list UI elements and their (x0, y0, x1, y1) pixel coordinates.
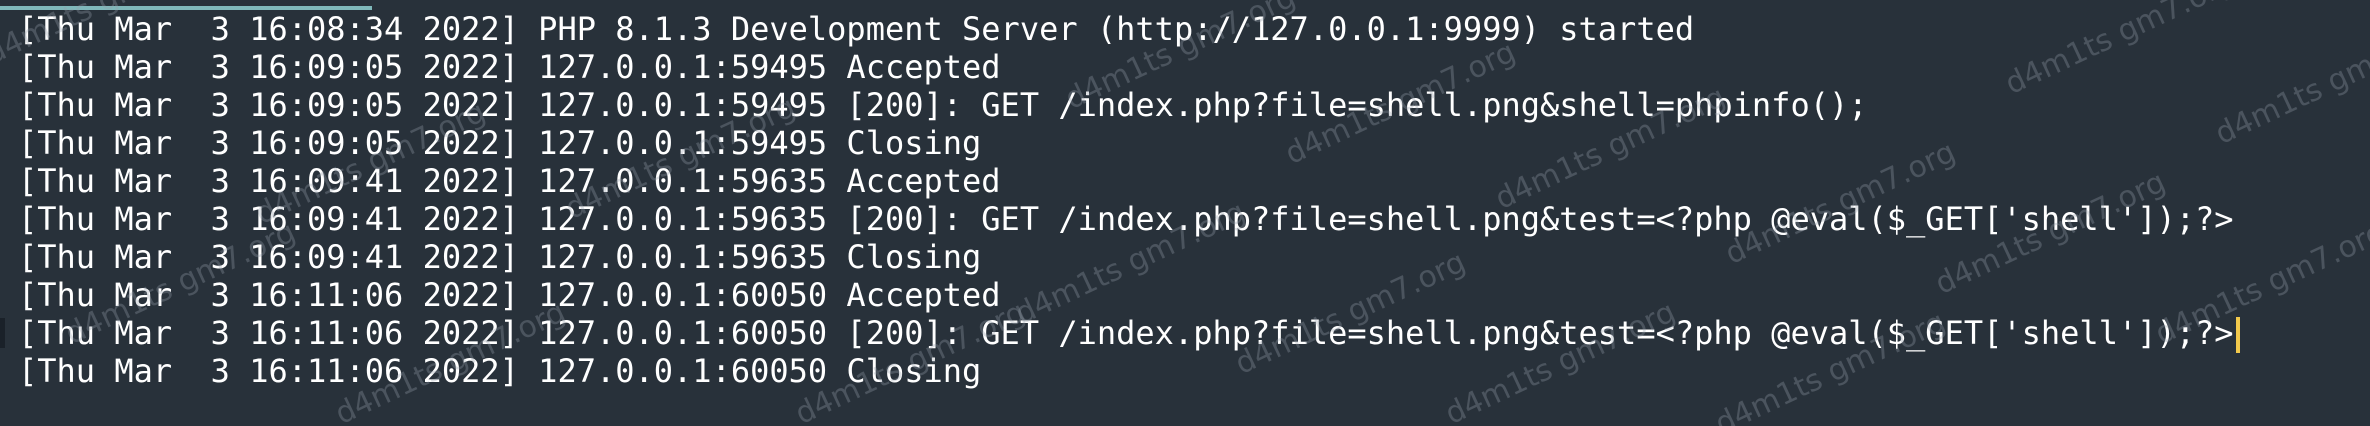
terminal-line-text: [Thu Mar 3 16:08:34 2022] PHP 8.1.3 Deve… (18, 10, 1695, 48)
terminal-line: [Thu Mar 3 16:09:41 2022] 127.0.0.1:5963… (18, 200, 2350, 238)
terminal-line-text: [Thu Mar 3 16:11:06 2022] 127.0.0.1:6005… (18, 352, 982, 390)
terminal-line-text: [Thu Mar 3 16:09:05 2022] 127.0.0.1:5949… (18, 48, 1001, 86)
terminal-line: [Thu Mar 3 16:09:41 2022] 127.0.0.1:5963… (18, 238, 2350, 276)
terminal-line: [Thu Mar 3 16:09:41 2022] 127.0.0.1:5963… (18, 162, 2350, 200)
terminal-line: [Thu Mar 3 16:11:06 2022] 127.0.0.1:6005… (18, 352, 2350, 390)
terminal-line: [Thu Mar 3 16:09:05 2022] 127.0.0.1:5949… (18, 86, 2350, 124)
terminal-line: [Thu Mar 3 16:11:06 2022] 127.0.0.1:6005… (18, 276, 2350, 314)
terminal-line-text: [Thu Mar 3 16:11:06 2022] 127.0.0.1:6005… (18, 314, 2234, 352)
terminal-line-active: [Thu Mar 3 16:11:06 2022] 127.0.0.1:6005… (0, 314, 2350, 353)
terminal-line-text: [Thu Mar 3 16:09:05 2022] 127.0.0.1:5949… (18, 124, 982, 162)
active-line-marker (0, 318, 5, 348)
terminal-output[interactable]: [Thu Mar 3 16:08:34 2022] PHP 8.1.3 Deve… (0, 10, 2350, 426)
terminal-line-text: [Thu Mar 3 16:11:06 2022] 127.0.0.1:6005… (18, 276, 1001, 314)
terminal-line: [Thu Mar 3 16:09:05 2022] 127.0.0.1:5949… (18, 48, 2350, 86)
terminal-line-text: [Thu Mar 3 16:09:41 2022] 127.0.0.1:5963… (18, 238, 982, 276)
text-cursor (2235, 317, 2240, 353)
terminal-line-text: [Thu Mar 3 16:09:41 2022] 127.0.0.1:5963… (18, 162, 1001, 200)
terminal-line-text: [Thu Mar 3 16:09:05 2022] 127.0.0.1:5949… (18, 86, 1868, 124)
terminal-line-text: [Thu Mar 3 16:09:41 2022] 127.0.0.1:5963… (18, 200, 2234, 238)
terminal-line: [Thu Mar 3 16:09:05 2022] 127.0.0.1:5949… (18, 124, 2350, 162)
terminal-line: [Thu Mar 3 16:08:34 2022] PHP 8.1.3 Deve… (18, 10, 2350, 48)
